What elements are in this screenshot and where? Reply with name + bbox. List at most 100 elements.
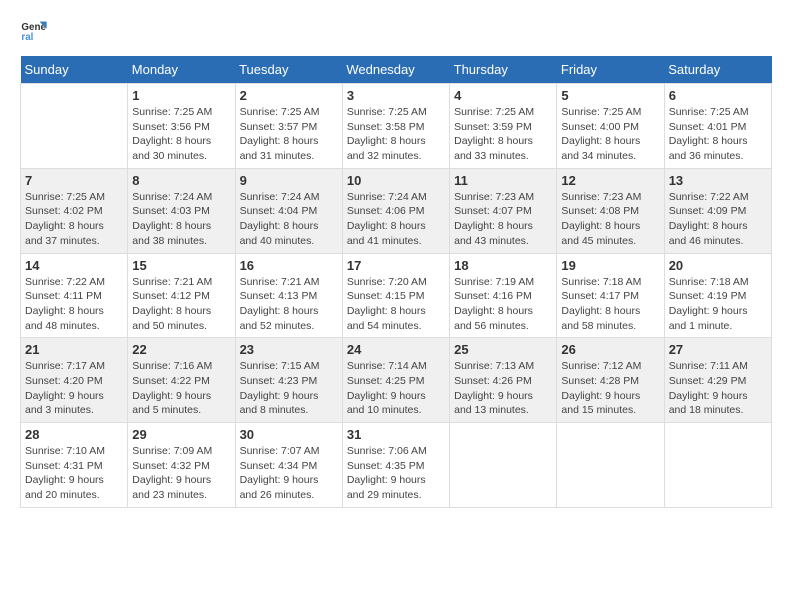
day-number: 1 bbox=[132, 88, 230, 103]
day-number: 6 bbox=[669, 88, 767, 103]
day-info: Sunrise: 7:10 AM Sunset: 4:31 PM Dayligh… bbox=[25, 444, 123, 503]
day-cell: 6 Sunrise: 7:25 AM Sunset: 4:01 PM Daylig… bbox=[664, 84, 771, 169]
header-row: SundayMondayTuesdayWednesdayThursdayFrid… bbox=[21, 56, 772, 84]
day-info: Sunrise: 7:23 AM Sunset: 4:07 PM Dayligh… bbox=[454, 190, 552, 249]
day-info: Sunrise: 7:21 AM Sunset: 4:13 PM Dayligh… bbox=[240, 275, 338, 334]
day-cell: 3 Sunrise: 7:25 AM Sunset: 3:58 PM Daylig… bbox=[342, 84, 449, 169]
day-number: 26 bbox=[561, 342, 659, 357]
day-info: Sunrise: 7:22 AM Sunset: 4:09 PM Dayligh… bbox=[669, 190, 767, 249]
day-number: 11 bbox=[454, 173, 552, 188]
day-cell: 1 Sunrise: 7:25 AM Sunset: 3:56 PM Daylig… bbox=[128, 84, 235, 169]
day-info: Sunrise: 7:15 AM Sunset: 4:23 PM Dayligh… bbox=[240, 359, 338, 418]
day-info: Sunrise: 7:09 AM Sunset: 4:32 PM Dayligh… bbox=[132, 444, 230, 503]
day-number: 27 bbox=[669, 342, 767, 357]
day-number: 4 bbox=[454, 88, 552, 103]
day-info: Sunrise: 7:25 AM Sunset: 3:56 PM Dayligh… bbox=[132, 105, 230, 164]
day-cell: 22 Sunrise: 7:16 AM Sunset: 4:22 PM Dayli… bbox=[128, 338, 235, 423]
day-info: Sunrise: 7:21 AM Sunset: 4:12 PM Dayligh… bbox=[132, 275, 230, 334]
day-info: Sunrise: 7:25 AM Sunset: 3:58 PM Dayligh… bbox=[347, 105, 445, 164]
week-row-2: 7 Sunrise: 7:25 AM Sunset: 4:02 PM Daylig… bbox=[21, 168, 772, 253]
day-number: 12 bbox=[561, 173, 659, 188]
day-info: Sunrise: 7:20 AM Sunset: 4:15 PM Dayligh… bbox=[347, 275, 445, 334]
day-number: 31 bbox=[347, 427, 445, 442]
day-info: Sunrise: 7:25 AM Sunset: 4:00 PM Dayligh… bbox=[561, 105, 659, 164]
day-cell: 8 Sunrise: 7:24 AM Sunset: 4:03 PM Daylig… bbox=[128, 168, 235, 253]
day-cell: 11 Sunrise: 7:23 AM Sunset: 4:07 PM Dayli… bbox=[450, 168, 557, 253]
logo-icon: Gene ral bbox=[20, 16, 48, 44]
day-number: 16 bbox=[240, 258, 338, 273]
day-cell: 4 Sunrise: 7:25 AM Sunset: 3:59 PM Daylig… bbox=[450, 84, 557, 169]
day-cell: 12 Sunrise: 7:23 AM Sunset: 4:08 PM Dayli… bbox=[557, 168, 664, 253]
header-cell-monday: Monday bbox=[128, 56, 235, 84]
day-number: 30 bbox=[240, 427, 338, 442]
day-number: 22 bbox=[132, 342, 230, 357]
day-cell: 18 Sunrise: 7:19 AM Sunset: 4:16 PM Dayli… bbox=[450, 253, 557, 338]
day-cell: 30 Sunrise: 7:07 AM Sunset: 4:34 PM Dayli… bbox=[235, 423, 342, 508]
week-row-1: 1 Sunrise: 7:25 AM Sunset: 3:56 PM Daylig… bbox=[21, 84, 772, 169]
header-cell-friday: Friday bbox=[557, 56, 664, 84]
day-number: 17 bbox=[347, 258, 445, 273]
header-cell-wednesday: Wednesday bbox=[342, 56, 449, 84]
day-cell: 15 Sunrise: 7:21 AM Sunset: 4:12 PM Dayli… bbox=[128, 253, 235, 338]
day-number: 24 bbox=[347, 342, 445, 357]
day-number: 7 bbox=[25, 173, 123, 188]
day-info: Sunrise: 7:19 AM Sunset: 4:16 PM Dayligh… bbox=[454, 275, 552, 334]
day-number: 5 bbox=[561, 88, 659, 103]
day-cell bbox=[21, 84, 128, 169]
day-number: 18 bbox=[454, 258, 552, 273]
header: Gene ral bbox=[20, 16, 772, 44]
day-cell: 25 Sunrise: 7:13 AM Sunset: 4:26 PM Dayli… bbox=[450, 338, 557, 423]
day-number: 13 bbox=[669, 173, 767, 188]
day-cell: 26Sunrise: 7:12 AM Sunset: 4:28 PM Dayli… bbox=[557, 338, 664, 423]
day-number: 8 bbox=[132, 173, 230, 188]
day-info: Sunrise: 7:07 AM Sunset: 4:34 PM Dayligh… bbox=[240, 444, 338, 503]
day-number: 20 bbox=[669, 258, 767, 273]
header-cell-tuesday: Tuesday bbox=[235, 56, 342, 84]
day-cell: 14 Sunrise: 7:22 AM Sunset: 4:11 PM Dayli… bbox=[21, 253, 128, 338]
day-info: Sunrise: 7:16 AM Sunset: 4:22 PM Dayligh… bbox=[132, 359, 230, 418]
day-cell: 31 Sunrise: 7:06 AM Sunset: 4:35 PM Dayli… bbox=[342, 423, 449, 508]
day-cell: 13 Sunrise: 7:22 AM Sunset: 4:09 PM Dayli… bbox=[664, 168, 771, 253]
day-number: 9 bbox=[240, 173, 338, 188]
header-cell-saturday: Saturday bbox=[664, 56, 771, 84]
week-row-5: 28 Sunrise: 7:10 AM Sunset: 4:31 PM Dayli… bbox=[21, 423, 772, 508]
day-info: Sunrise: 7:18 AM Sunset: 4:17 PM Dayligh… bbox=[561, 275, 659, 334]
day-number: 23 bbox=[240, 342, 338, 357]
day-number: 25 bbox=[454, 342, 552, 357]
day-cell: 19Sunrise: 7:18 AM Sunset: 4:17 PM Dayli… bbox=[557, 253, 664, 338]
day-cell: 5 Sunrise: 7:25 AM Sunset: 4:00 PM Daylig… bbox=[557, 84, 664, 169]
day-info: Sunrise: 7:25 AM Sunset: 3:59 PM Dayligh… bbox=[454, 105, 552, 164]
day-cell: 17 Sunrise: 7:20 AM Sunset: 4:15 PM Dayli… bbox=[342, 253, 449, 338]
day-info: Sunrise: 7:13 AM Sunset: 4:26 PM Dayligh… bbox=[454, 359, 552, 418]
day-number: 15 bbox=[132, 258, 230, 273]
day-info: Sunrise: 7:11 AM Sunset: 4:29 PM Dayligh… bbox=[669, 359, 767, 418]
header-cell-thursday: Thursday bbox=[450, 56, 557, 84]
day-number: 2 bbox=[240, 88, 338, 103]
day-info: Sunrise: 7:22 AM Sunset: 4:11 PM Dayligh… bbox=[25, 275, 123, 334]
day-cell: 21Sunrise: 7:17 AM Sunset: 4:20 PM Dayli… bbox=[21, 338, 128, 423]
day-number: 29 bbox=[132, 427, 230, 442]
day-number: 14 bbox=[25, 258, 123, 273]
day-info: Sunrise: 7:25 AM Sunset: 4:02 PM Dayligh… bbox=[25, 190, 123, 249]
day-cell: 16 Sunrise: 7:21 AM Sunset: 4:13 PM Dayli… bbox=[235, 253, 342, 338]
day-info: Sunrise: 7:24 AM Sunset: 4:06 PM Dayligh… bbox=[347, 190, 445, 249]
day-number: 3 bbox=[347, 88, 445, 103]
day-cell: 24 Sunrise: 7:14 AM Sunset: 4:25 PM Dayli… bbox=[342, 338, 449, 423]
day-cell: 28 Sunrise: 7:10 AM Sunset: 4:31 PM Dayli… bbox=[21, 423, 128, 508]
day-info: Sunrise: 7:24 AM Sunset: 4:03 PM Dayligh… bbox=[132, 190, 230, 249]
day-cell: 23 Sunrise: 7:15 AM Sunset: 4:23 PM Dayli… bbox=[235, 338, 342, 423]
calendar-table: SundayMondayTuesdayWednesdayThursdayFrid… bbox=[20, 56, 772, 508]
day-cell: 20 Sunrise: 7:18 AM Sunset: 4:19 PM Dayli… bbox=[664, 253, 771, 338]
week-row-4: 21Sunrise: 7:17 AM Sunset: 4:20 PM Dayli… bbox=[21, 338, 772, 423]
day-info: Sunrise: 7:18 AM Sunset: 4:19 PM Dayligh… bbox=[669, 275, 767, 334]
day-cell bbox=[557, 423, 664, 508]
day-cell: 10 Sunrise: 7:24 AM Sunset: 4:06 PM Dayli… bbox=[342, 168, 449, 253]
day-cell bbox=[450, 423, 557, 508]
day-info: Sunrise: 7:25 AM Sunset: 4:01 PM Dayligh… bbox=[669, 105, 767, 164]
day-info: Sunrise: 7:23 AM Sunset: 4:08 PM Dayligh… bbox=[561, 190, 659, 249]
day-info: Sunrise: 7:14 AM Sunset: 4:25 PM Dayligh… bbox=[347, 359, 445, 418]
day-cell bbox=[664, 423, 771, 508]
day-info: Sunrise: 7:06 AM Sunset: 4:35 PM Dayligh… bbox=[347, 444, 445, 503]
day-number: 28 bbox=[25, 427, 123, 442]
day-number: 10 bbox=[347, 173, 445, 188]
